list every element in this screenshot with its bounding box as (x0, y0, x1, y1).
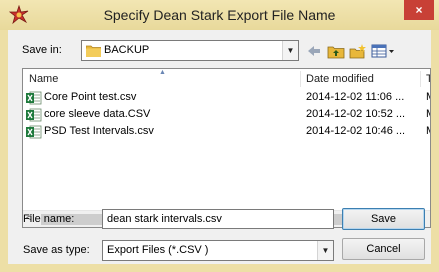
dialog-body: Save in: BACKUP ▼ Name ▲ Date modified T… (8, 30, 431, 264)
file-name: core sleeve data.CSV (44, 108, 151, 120)
file-date: 2014-12-02 11:06 ... (306, 91, 405, 103)
save-in-dropdown[interactable]: BACKUP ▼ (81, 40, 299, 61)
save-button[interactable]: Save (342, 208, 425, 230)
view-menu-icon[interactable] (371, 43, 395, 59)
column-header-type[interactable]: Ty (420, 69, 430, 89)
column-header-name[interactable]: Name (23, 69, 203, 89)
close-button[interactable]: × (404, 0, 434, 20)
file-list[interactable]: Name ▲ Date modified Ty Core Point test.… (22, 68, 431, 228)
file-name: Core Point test.csv (44, 91, 137, 103)
csv-file-icon (26, 91, 42, 105)
csv-file-icon (26, 108, 42, 122)
folder-icon (86, 45, 101, 57)
column-header-date-modified[interactable]: Date modified (300, 69, 420, 89)
dialog-title: Specify Dean Stark Export File Name (103, 7, 336, 23)
file-name: PSD Test Intervals.csv (44, 125, 154, 137)
file-name-value: dean stark intervals.csv (107, 213, 222, 225)
up-folder-icon[interactable] (327, 43, 345, 59)
chevron-down-icon: ▼ (282, 41, 298, 60)
title-bar: Specify Dean Stark Export File Name × (0, 0, 439, 30)
cancel-button[interactable]: Cancel (342, 238, 425, 260)
csv-file-icon (26, 125, 42, 139)
save-as-type-value: Export Files (*.CSV ) (107, 244, 209, 256)
save-in-label: Save in: (22, 44, 62, 56)
file-date: 2014-12-02 10:52 ... (306, 108, 406, 120)
file-date: 2014-12-02 10:46 ... (306, 125, 406, 137)
file-type: M (426, 125, 430, 137)
file-name-label: File name: (23, 213, 75, 225)
save-as-type-dropdown[interactable]: Export Files (*.CSV ) ▼ (102, 240, 334, 261)
file-type: M (426, 108, 430, 120)
new-folder-icon[interactable] (349, 43, 367, 59)
file-row[interactable]: core sleeve data.CSV 2014-12-02 10:52 ..… (23, 107, 430, 123)
sort-ascending-icon: ▲ (159, 69, 166, 76)
file-name-input[interactable]: dean stark intervals.csv (102, 209, 334, 229)
back-arrow-icon[interactable] (305, 43, 323, 59)
file-type: M (426, 91, 430, 103)
file-row[interactable]: Core Point test.csv 2014-12-02 11:06 ...… (23, 90, 430, 106)
save-as-type-label: Save as type: (23, 244, 90, 256)
chevron-down-icon: ▼ (317, 241, 333, 260)
file-row[interactable]: PSD Test Intervals.csv 2014-12-02 10:46 … (23, 124, 430, 140)
save-in-value: BACKUP (104, 44, 150, 56)
